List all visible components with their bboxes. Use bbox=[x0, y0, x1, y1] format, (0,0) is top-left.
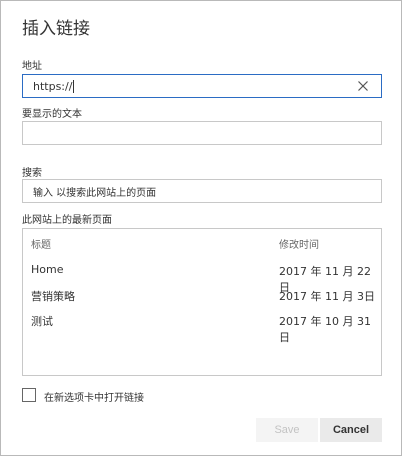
page-title: 测试 bbox=[31, 315, 53, 328]
display-text-input[interactable] bbox=[22, 121, 382, 145]
address-value: https:// bbox=[33, 79, 73, 93]
column-header-title: 标题 bbox=[31, 240, 51, 251]
open-new-tab-label[interactable]: 在新选项卡中打开链接 bbox=[44, 389, 144, 404]
clear-icon[interactable] bbox=[357, 80, 369, 92]
page-modified: 2017 年 10 月 31日 bbox=[279, 315, 371, 344]
display-text-label: 要显示的文本 bbox=[22, 109, 82, 120]
search-label: 搜索 bbox=[22, 168, 42, 179]
search-input[interactable]: 输入 以搜索此网站上的页面 bbox=[22, 179, 382, 203]
list-item[interactable]: 测试 2017 年 10 月 31日 bbox=[23, 309, 381, 344]
save-button[interactable]: Save bbox=[256, 418, 318, 442]
list-item[interactable]: Home 2017 年 11 月 22日 bbox=[23, 259, 381, 294]
open-new-tab-checkbox[interactable] bbox=[22, 388, 36, 402]
page-modified: 2017 年 11 月 3日 bbox=[279, 290, 375, 303]
search-placeholder: 输入 以搜索此网站上的页面 bbox=[33, 187, 157, 199]
dialog-title: 插入链接 bbox=[22, 19, 90, 39]
recent-pages-list: 标题 修改时间 Home 2017 年 11 月 22日 营销策略 2017 年… bbox=[22, 228, 382, 376]
page-title: 营销策略 bbox=[31, 290, 75, 303]
list-item[interactable]: 营销策略 2017 年 11 月 3日 bbox=[23, 284, 381, 308]
column-header-modified: 修改时间 bbox=[279, 240, 319, 251]
recent-pages-label: 此网站上的最新页面 bbox=[22, 215, 112, 226]
text-caret bbox=[73, 79, 75, 93]
cancel-button[interactable]: Cancel bbox=[320, 418, 382, 442]
address-input[interactable]: https:// bbox=[22, 74, 382, 98]
page-title: Home bbox=[31, 263, 64, 276]
insert-link-dialog: 插入链接 地址 https:// 要显示的文本 搜索 输入 以搜索此网站上的页面… bbox=[0, 0, 402, 456]
address-label: 地址 bbox=[22, 61, 42, 72]
